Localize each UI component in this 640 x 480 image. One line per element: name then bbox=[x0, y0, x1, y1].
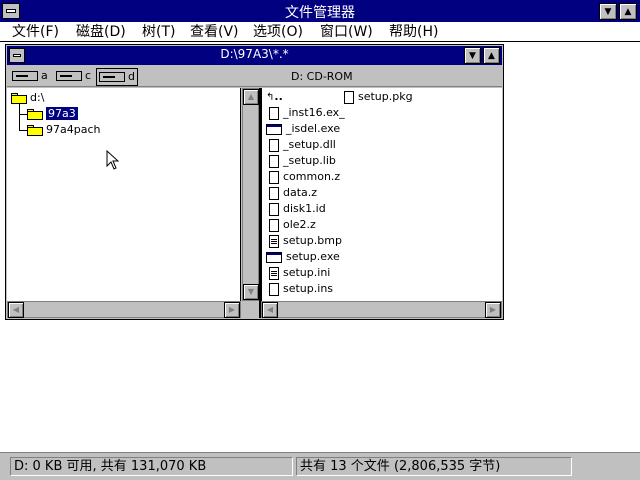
volume-label: D: CD-ROM bbox=[291, 70, 353, 83]
menu-bar: 文件(F) 磁盘(D) 树(T) 查看(V) 选项(O) 窗口(W) 帮助(H) bbox=[0, 22, 640, 42]
mouse-cursor-icon bbox=[106, 150, 119, 170]
file-icon bbox=[269, 106, 279, 120]
hard-drive-icon bbox=[56, 71, 82, 81]
folder-icon bbox=[27, 124, 43, 136]
file-name: setup.exe bbox=[286, 250, 340, 263]
cdrom-drive-icon bbox=[99, 72, 125, 82]
file-item[interactable]: _setup.dll bbox=[266, 138, 336, 152]
menu-view[interactable]: 查看(V) bbox=[190, 24, 239, 40]
scroll-right-arrow[interactable]: ▶ bbox=[485, 302, 501, 318]
child-maximize-button[interactable]: ▲ bbox=[483, 47, 500, 64]
file-icon bbox=[269, 154, 279, 168]
tree-item-label: 97a4pach bbox=[46, 123, 101, 136]
drive-letter: d bbox=[128, 70, 135, 83]
file-icon bbox=[269, 170, 279, 184]
drive-c[interactable]: c bbox=[56, 68, 91, 84]
scroll-left-arrow[interactable]: ◀ bbox=[8, 302, 24, 318]
file-count-status: 共有 13 个文件 (2,806,535 字节) bbox=[296, 457, 572, 476]
file-icon bbox=[269, 202, 279, 216]
drive-letter: a bbox=[41, 69, 48, 82]
file-name: data.z bbox=[283, 186, 318, 199]
scroll-left-arrow[interactable]: ◀ bbox=[262, 302, 278, 318]
menu-tree[interactable]: 树(T) bbox=[142, 24, 175, 40]
parent-directory-item[interactable]: ↰.. bbox=[266, 90, 283, 105]
tree-connector bbox=[19, 114, 27, 115]
tree-item-97a4pach[interactable]: 97a4pach bbox=[27, 123, 100, 136]
menu-file[interactable]: 文件(F) bbox=[12, 24, 59, 40]
file-icon bbox=[344, 90, 354, 104]
file-item[interactable]: setup.ins bbox=[266, 282, 333, 296]
file-item[interactable]: data.z bbox=[266, 186, 317, 200]
status-bar: D: 0 KB 可用, 共有 131,070 KB 共有 13 个文件 (2,8… bbox=[0, 452, 640, 480]
file-item[interactable]: setup.pkg bbox=[344, 90, 413, 104]
title-bar: 文件管理器 ▼ ▲ bbox=[0, 0, 640, 22]
doc-icon bbox=[269, 266, 279, 280]
parent-directory-label: .. bbox=[274, 90, 283, 103]
drive-d[interactable]: d bbox=[96, 68, 138, 86]
tree-root-label: d:\ bbox=[30, 91, 45, 104]
tree-item-label: 97a3 bbox=[46, 107, 78, 120]
file-icon bbox=[269, 282, 279, 296]
menu-options[interactable]: 选项(O) bbox=[253, 24, 303, 40]
file-icon bbox=[269, 186, 279, 200]
drive-bar: a c d D: CD-ROM bbox=[7, 65, 502, 87]
file-item[interactable]: setup.exe bbox=[266, 250, 340, 264]
tree-vertical-scrollbar[interactable]: ▲ ▼ bbox=[242, 88, 259, 301]
tree-horizontal-scrollbar[interactable]: ◀ ▶ bbox=[7, 301, 241, 318]
file-item[interactable]: disk1.id bbox=[266, 202, 326, 216]
file-icon bbox=[269, 138, 279, 152]
directory-tree[interactable]: d:\ 97a3 97a4pach bbox=[7, 88, 241, 301]
exe-icon bbox=[266, 251, 282, 263]
menu-help[interactable]: 帮助(H) bbox=[389, 24, 438, 40]
doc-icon bbox=[269, 234, 279, 248]
tree-connector bbox=[19, 103, 20, 131]
floppy-drive-icon bbox=[12, 71, 38, 81]
file-name: common.z bbox=[283, 170, 341, 183]
drive-letter: c bbox=[85, 69, 92, 82]
tree-connector bbox=[19, 130, 27, 131]
file-item[interactable]: setup.bmp bbox=[266, 234, 342, 248]
file-name: setup.bmp bbox=[283, 234, 342, 247]
scroll-up-arrow[interactable]: ▲ bbox=[243, 89, 259, 105]
file-name: _setup.dll bbox=[283, 138, 336, 151]
file-name: setup.pkg bbox=[358, 90, 413, 103]
file-item[interactable]: common.z bbox=[266, 170, 340, 184]
disk-status: D: 0 KB 可用, 共有 131,070 KB bbox=[10, 457, 293, 476]
drive-a[interactable]: a bbox=[12, 68, 48, 84]
scroll-down-arrow[interactable]: ▼ bbox=[243, 284, 259, 300]
minimize-button[interactable]: ▼ bbox=[599, 3, 617, 20]
file-name: _isdel.exe bbox=[286, 122, 341, 135]
file-name: _setup.lib bbox=[283, 154, 336, 167]
file-list[interactable]: ↰.. setup.pkg _inst16.ex_ _isdel.exe _setu… bbox=[261, 88, 502, 301]
maximize-button[interactable]: ▲ bbox=[619, 3, 637, 20]
directory-window-title-bar: D:\97A3\*.* ▼ ▲ bbox=[7, 46, 502, 65]
menu-disk[interactable]: 磁盘(D) bbox=[76, 24, 126, 40]
file-item[interactable]: _inst16.ex_ bbox=[266, 106, 345, 120]
file-item[interactable]: _setup.lib bbox=[266, 154, 336, 168]
open-folder-icon bbox=[27, 108, 43, 120]
folder-icon bbox=[11, 92, 27, 104]
file-name: disk1.id bbox=[283, 202, 326, 215]
file-name: setup.ini bbox=[283, 266, 331, 279]
menu-window[interactable]: 窗口(W) bbox=[320, 24, 373, 40]
file-horizontal-scrollbar[interactable]: ◀ ▶ bbox=[261, 301, 502, 318]
file-item[interactable]: _isdel.exe bbox=[266, 122, 340, 136]
child-minimize-button[interactable]: ▼ bbox=[464, 47, 481, 64]
file-item[interactable]: setup.ini bbox=[266, 266, 330, 280]
app-title: 文件管理器 bbox=[285, 5, 355, 21]
file-item[interactable]: ole2.z bbox=[266, 218, 316, 232]
file-icon bbox=[269, 218, 279, 232]
file-name: ole2.z bbox=[283, 218, 316, 231]
file-name: setup.ins bbox=[283, 282, 334, 295]
tree-item-97a3[interactable]: 97a3 bbox=[27, 107, 78, 120]
exe-icon bbox=[266, 123, 282, 135]
scroll-right-arrow[interactable]: ▶ bbox=[224, 302, 240, 318]
tree-root[interactable]: d:\ bbox=[11, 91, 44, 104]
file-name: _inst16.ex_ bbox=[283, 106, 345, 119]
directory-window-title: D:\97A3\*.* bbox=[220, 47, 289, 61]
